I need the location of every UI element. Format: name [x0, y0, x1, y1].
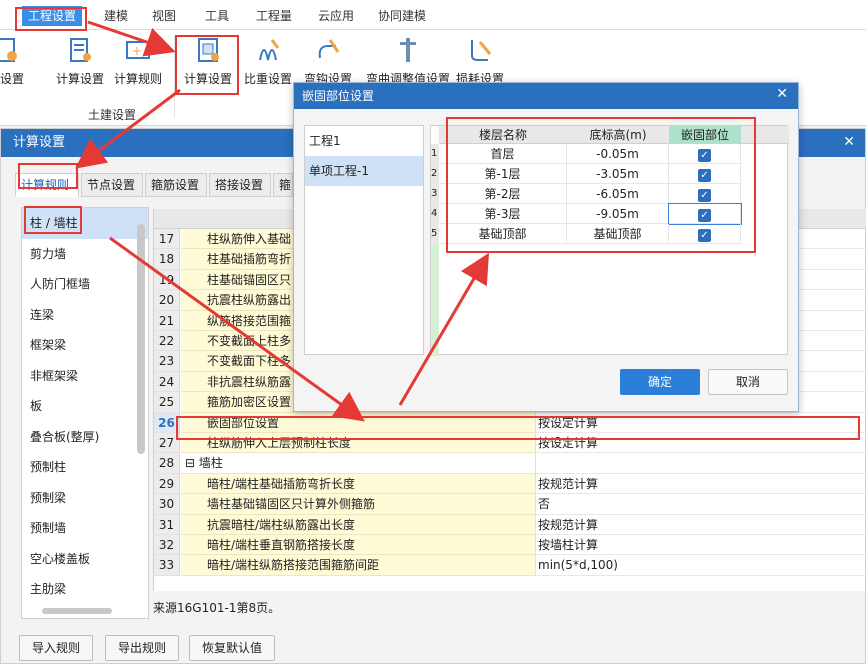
table-row[interactable]: 5 基础顶部 基础顶部 ✓: [431, 224, 789, 244]
ribbon-calc-settings-button-2[interactable]: 计算设置: [180, 34, 236, 87]
list-item[interactable]: 预制梁: [22, 483, 148, 514]
list-item[interactable]: 人防门框墙: [22, 269, 148, 300]
checkbox[interactable]: ✓: [698, 149, 711, 162]
calc-settings-icon: [64, 34, 96, 66]
menu-cloud[interactable]: 云应用: [318, 6, 354, 26]
tab-more[interactable]: 箍: [273, 173, 293, 197]
project-list: 工程1 单项工程-1: [304, 125, 424, 355]
tab-stirrup-settings[interactable]: 箍筋设置: [145, 173, 207, 197]
vertical-scrollbar[interactable]: [137, 224, 145, 454]
ribbon-calc-settings-button[interactable]: 计算设置: [52, 34, 108, 87]
table-row[interactable]: 27 柱纵筋伸入上层预制柱长度 按设定计算: [154, 433, 866, 454]
table-row[interactable]: 30 墙柱基础锚固区只计算外侧箍筋否: [154, 494, 866, 515]
cancel-button[interactable]: 取消: [708, 369, 788, 395]
list-item[interactable]: 柱 / 墙柱: [22, 208, 148, 239]
close-icon[interactable]: ✕: [776, 86, 788, 102]
col-floor-name: 楼层名称: [478, 128, 527, 142]
menu-project-settings[interactable]: 工程设置: [22, 6, 83, 26]
table-row-group[interactable]: 28 ⊟ 墙柱: [154, 453, 866, 474]
density-icon: [252, 34, 284, 66]
table-row[interactable]: 4 第-3层 -9.05m ✓: [431, 203, 789, 225]
col-bottom-elev: 底标高(m): [589, 128, 647, 142]
floor-grid: 楼层名称 底标高(m) 嵌固部位 1 首层 -0.05m ✓ 2 第-1层 -3…: [430, 125, 789, 356]
source-note: 来源16G101-1第8页。: [153, 601, 281, 615]
list-item[interactable]: 板: [22, 391, 148, 422]
checkbox[interactable]: ✓: [698, 229, 711, 242]
menu-modeling[interactable]: 建模: [104, 6, 128, 26]
menu-bar: 工程设置 建模 视图 工具 工程量 云应用 协同建模: [0, 0, 866, 30]
ribbon-calc-rules-button[interactable]: + 计算规则: [110, 34, 166, 87]
list-item[interactable]: 非框架梁: [22, 361, 148, 392]
dialog-title: 嵌固部位设置: [294, 83, 798, 109]
list-item[interactable]: 预制墙: [22, 513, 148, 544]
table-row[interactable]: 26 嵌固部位设置 按设定计算: [154, 412, 866, 433]
component-list: 柱 / 墙柱 剪力墙 人防门框墙 连梁 框架梁 非框架梁 板 叠合板(整厚) 预…: [21, 207, 149, 619]
table-row[interactable]: 1 首层 -0.05m ✓: [431, 144, 789, 164]
list-item[interactable]: 叠合板(整厚): [22, 422, 148, 453]
checkbox[interactable]: ✓: [698, 209, 711, 222]
menu-quantity[interactable]: 工程量: [256, 6, 292, 26]
import-rules-button[interactable]: 导入规则: [19, 635, 94, 661]
ribbon-loss-button[interactable]: 损耗设置: [452, 34, 508, 87]
list-item[interactable]: 主肋梁: [22, 574, 148, 605]
close-icon[interactable]: ✕: [843, 134, 855, 150]
ribbon-bend-button[interactable]: 弯曲调整值设置: [358, 34, 458, 87]
svg-text:+: +: [132, 44, 142, 58]
checkbox[interactable]: ✓: [698, 189, 711, 202]
tab-lap-settings[interactable]: 搭接设置: [209, 173, 271, 197]
list-item[interactable]: 连梁: [22, 300, 148, 331]
loss-icon: [464, 34, 496, 66]
bend-icon: [392, 34, 424, 66]
menu-collab[interactable]: 协同建模: [378, 6, 426, 26]
ribbon-hook-button[interactable]: 弯钩设置: [300, 34, 356, 87]
restore-defaults-button[interactable]: 恢复默认值: [189, 635, 276, 661]
list-item[interactable]: 剪力墙: [22, 239, 148, 270]
table-row[interactable]: 31 抗震暗柱/端柱纵筋露出长度 按规范计算: [154, 514, 866, 535]
calc-settings-icon: [192, 34, 224, 66]
hook-icon: [312, 34, 344, 66]
list-item[interactable]: 框架梁: [22, 330, 148, 361]
tab-calc-rules[interactable]: 计算规则: [15, 173, 79, 197]
export-rules-button[interactable]: 导出规则: [105, 635, 180, 661]
tab-node-settings[interactable]: 节点设置: [81, 173, 143, 197]
ribbon-group-label: 土建设置: [88, 108, 137, 122]
calc-rules-icon: +: [122, 34, 154, 66]
list-item[interactable]: 空心楼盖板: [22, 544, 148, 575]
table-row[interactable]: 33 暗柱/端柱纵筋搭接范围箍筋间距 min(5*d,100): [154, 555, 866, 576]
collapse-icon[interactable]: ⊟: [185, 456, 199, 470]
checkbox[interactable]: ✓: [698, 169, 711, 182]
project-item[interactable]: 工程1: [305, 126, 423, 156]
ribbon-settings-button[interactable]: 量设置: [0, 34, 34, 87]
settings-icon: [0, 34, 22, 66]
list-item[interactable]: 预制柱: [22, 452, 148, 483]
ribbon-density-button[interactable]: 比重设置: [240, 34, 296, 87]
menu-view[interactable]: 视图: [152, 6, 176, 26]
col-embed: 嵌固部位: [669, 126, 741, 144]
horizontal-scrollbar[interactable]: [42, 608, 112, 614]
menu-tools[interactable]: 工具: [205, 6, 229, 26]
floor-grid-header: 楼层名称 底标高(m) 嵌固部位: [439, 126, 789, 144]
project-item[interactable]: 单项工程-1: [305, 156, 423, 186]
embed-settings-dialog: 嵌固部位设置 ✕ 工程1 单项工程-1 楼层名称 底标高(m) 嵌固部位 1 首…: [293, 82, 799, 412]
ok-button[interactable]: 确定: [620, 369, 700, 395]
table-row[interactable]: 29 暗柱/端柱基础插筋弯折长度 按规范计算: [154, 473, 866, 495]
table-row[interactable]: 3 第-2层 -6.05m ✓: [431, 184, 789, 204]
table-row[interactable]: 32 暗柱/端柱垂直钢筋搭接长度 按墙柱计算: [154, 535, 866, 556]
table-row[interactable]: 2 第-1层 -3.05m ✓: [431, 164, 789, 184]
